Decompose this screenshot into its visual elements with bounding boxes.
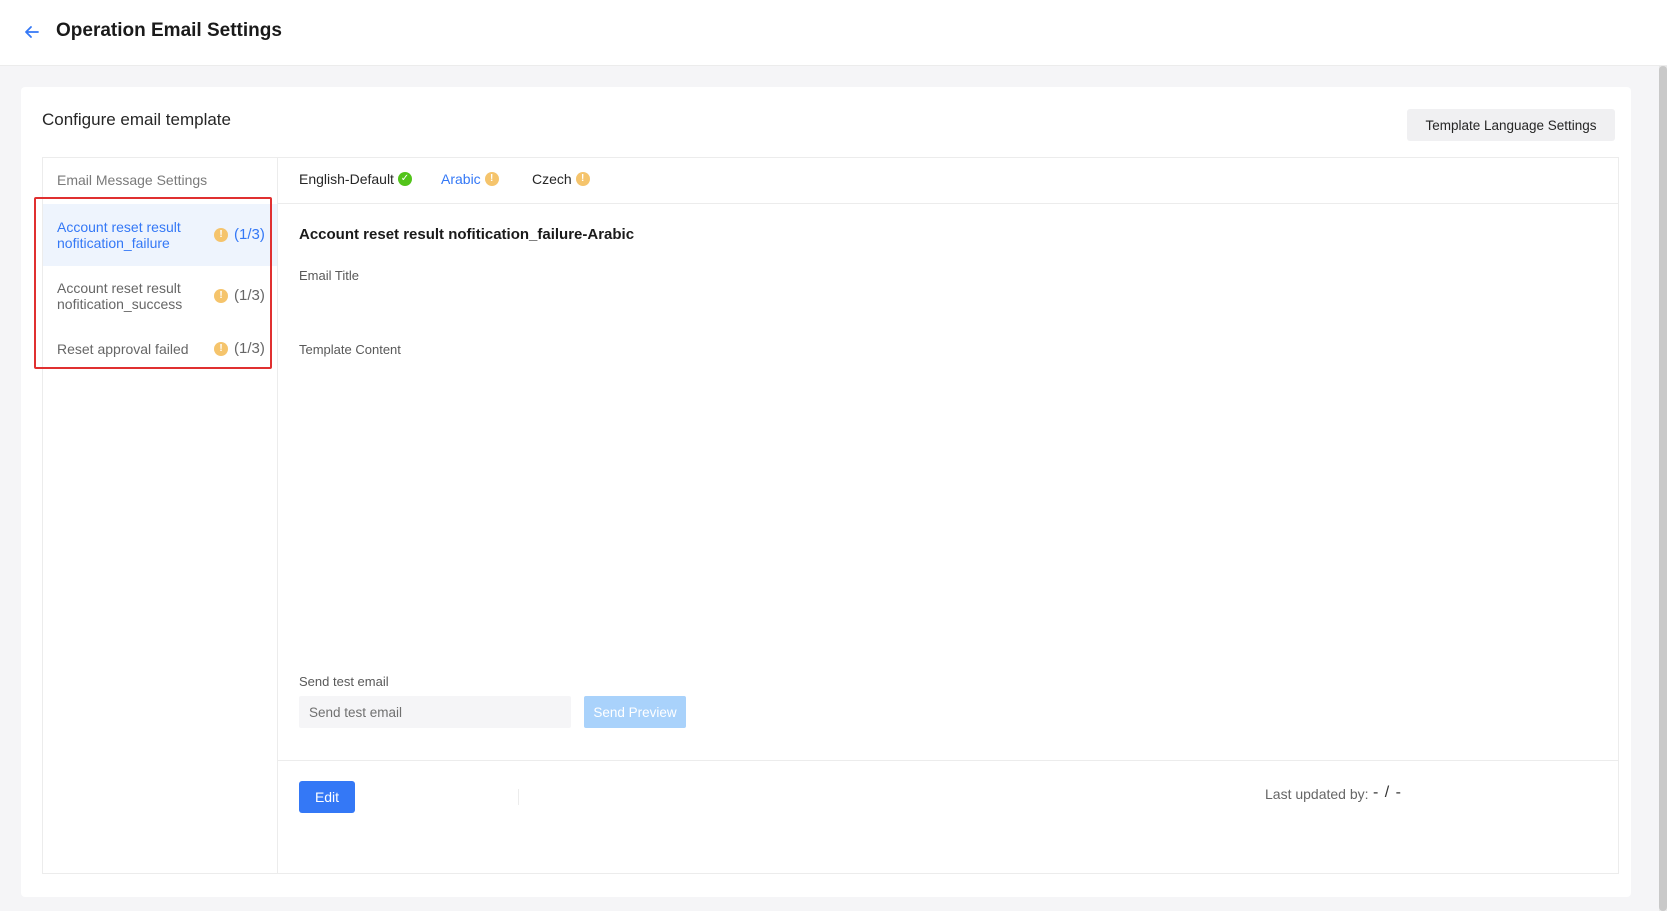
template-card: Configure email template Template Langua…	[21, 87, 1631, 897]
sidebar-item-label: Reset approval failed	[57, 341, 189, 357]
warning-icon: !	[575, 172, 590, 186]
warning-icon: !	[214, 228, 228, 242]
sidebar-item-label: Account reset result nofitication_failur…	[57, 219, 181, 251]
warning-icon: !	[214, 289, 228, 303]
tab-label: English-Default	[299, 171, 394, 187]
template-content-label: Template Content	[299, 342, 401, 357]
check-circle-icon: ✓	[397, 172, 412, 186]
language-tabs: English-Default ✓ Arabic ! Czech !	[278, 158, 1618, 204]
sidebar-item-count: (1/3)	[234, 287, 265, 304]
send-test-email-input[interactable]	[299, 696, 571, 728]
card-title: Configure email template	[42, 110, 231, 129]
template-name: Account reset result nofitication_failur…	[299, 226, 635, 243]
send-preview-button[interactable]: Send Preview	[584, 696, 686, 728]
tab-english-default[interactable]: English-Default ✓	[299, 171, 412, 187]
template-panel: Email Message Settings Account reset res…	[34, 157, 1619, 874]
sidebar-item-account-reset-failure[interactable]: Account reset result nofitication_failur…	[43, 204, 277, 266]
sidebar-item-label: Account reset result nofitication_succes…	[57, 280, 183, 312]
sidebar-item-count: (1/3)	[234, 226, 265, 243]
warning-icon: !	[214, 342, 228, 356]
arrow-left-icon[interactable]	[22, 22, 42, 42]
last-updated-label: Last updated by:	[1265, 786, 1369, 802]
warning-icon: !	[484, 172, 499, 186]
footer-divider	[518, 789, 519, 805]
tab-czech[interactable]: Czech !	[532, 171, 590, 187]
footer: Edit Last updated by: - / -	[278, 760, 1618, 873]
top-bar: Operation Email Settings	[0, 0, 1667, 66]
sidebar-list: Account reset result nofitication_failur…	[43, 204, 277, 372]
sidebar-item-account-reset-success[interactable]: Account reset result nofitication_succes…	[43, 266, 277, 326]
send-test-email-label: Send test email	[299, 674, 389, 689]
tab-arabic[interactable]: Arabic !	[441, 171, 499, 187]
sidebar-item-count: (1/3)	[234, 340, 265, 357]
template-content-area: English-Default ✓ Arabic ! Czech ! Accou…	[278, 158, 1618, 873]
scrollbar-thumb[interactable]	[1659, 66, 1667, 911]
sidebar-header: Email Message Settings	[57, 172, 208, 188]
tab-label: Czech	[532, 171, 572, 187]
last-updated-value: - / -	[1373, 784, 1402, 801]
edit-button[interactable]: Edit	[299, 781, 355, 813]
page-scrollbar[interactable]	[1659, 66, 1667, 911]
tab-label: Arabic	[441, 171, 481, 187]
sidebar-item-reset-approval-failed[interactable]: Reset approval failed ! (1/3)	[43, 326, 277, 372]
page-title: Operation Email Settings	[56, 20, 282, 41]
email-title-label: Email Title	[299, 268, 359, 283]
sidebar: Email Message Settings Account reset res…	[34, 158, 278, 873]
template-language-settings-button[interactable]: Template Language Settings	[1407, 109, 1615, 141]
